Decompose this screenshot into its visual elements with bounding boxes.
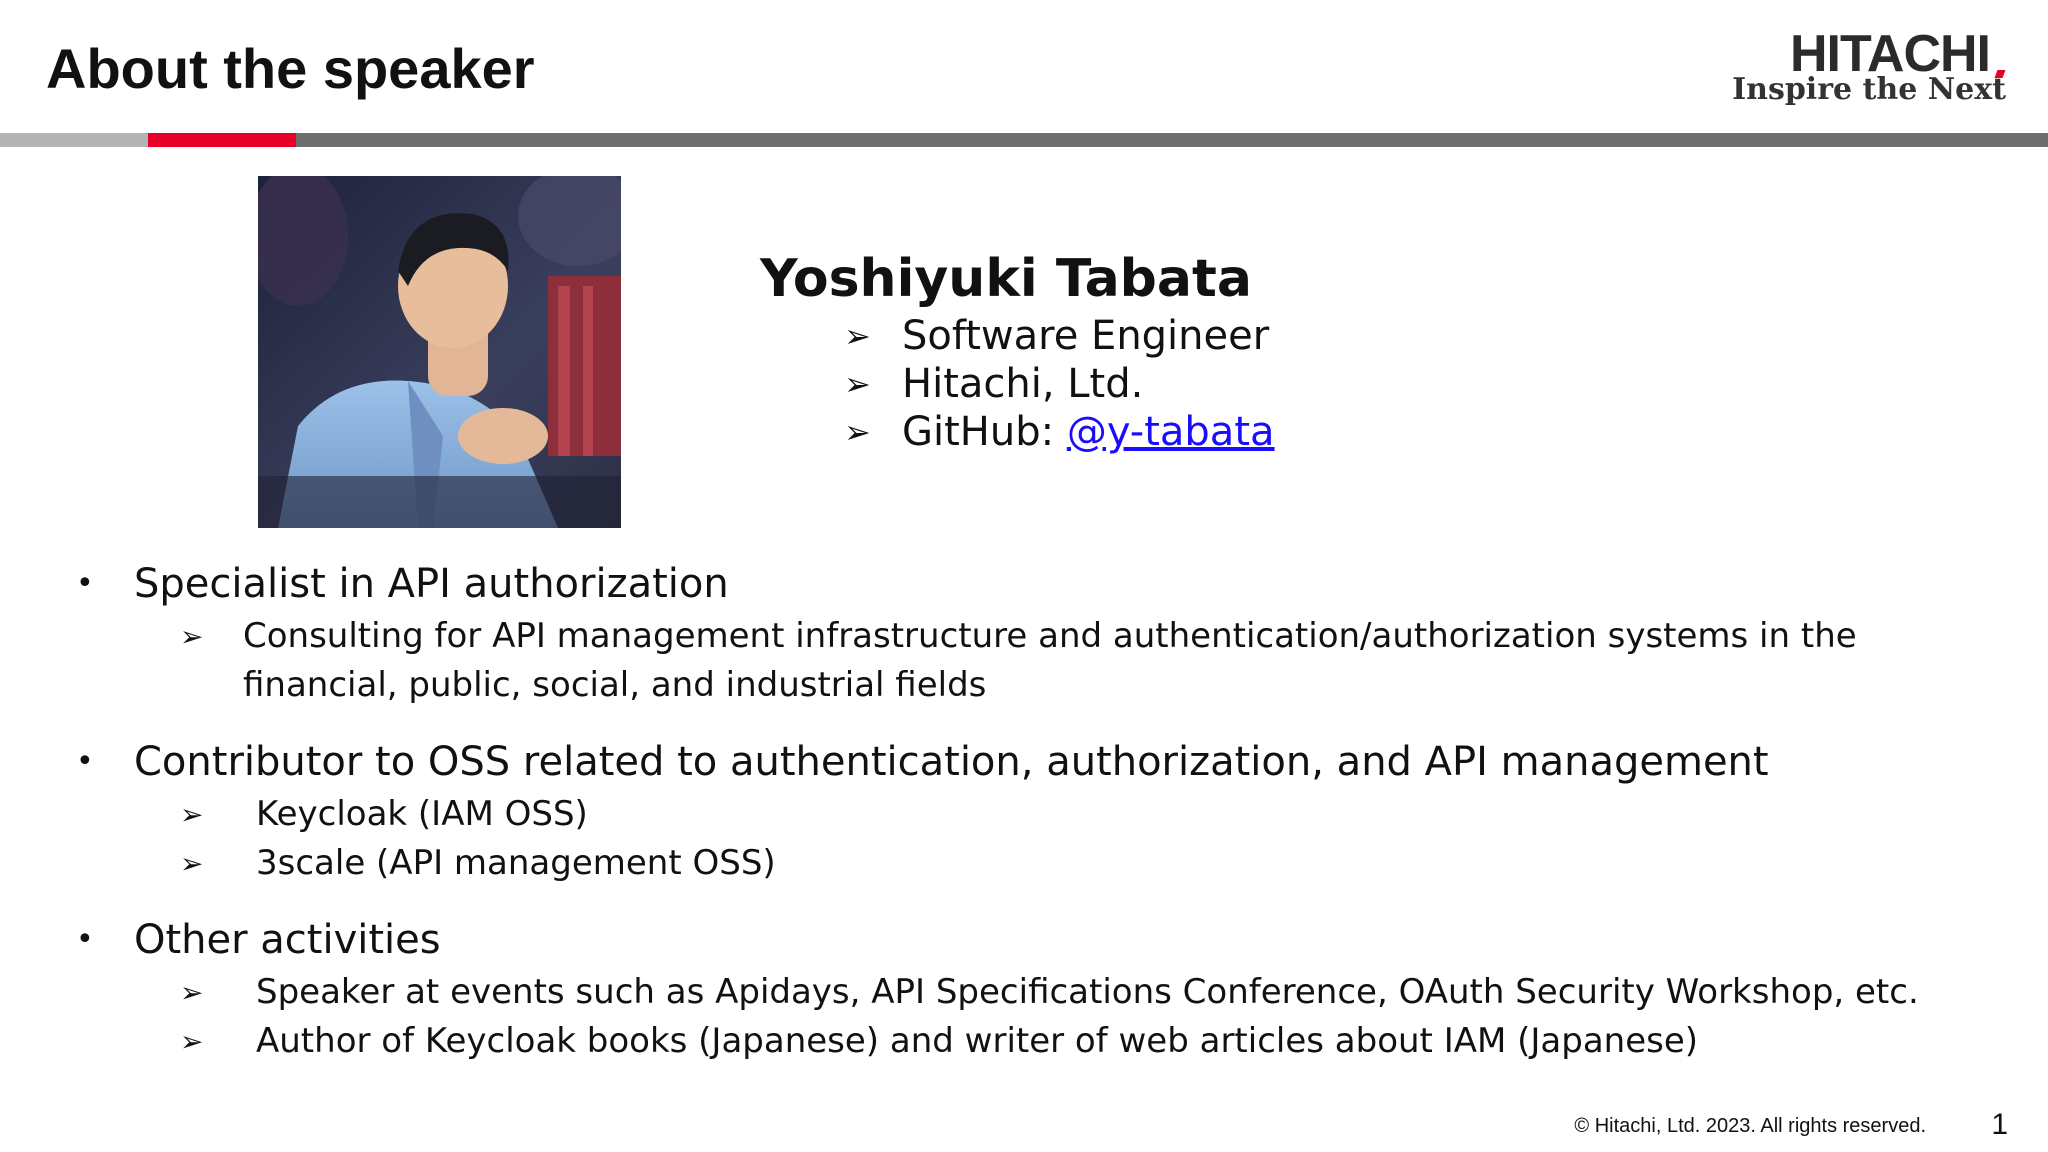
section-heading: • Contributor to OSS related to authenti… <box>0 734 2048 790</box>
list-item: ➢ Consulting for API management infrastr… <box>0 612 2048 710</box>
list-item: ➢ 3scale (API management OSS) <box>0 839 2048 888</box>
arrow-bullet-icon: ➢ <box>180 798 204 831</box>
section-sub-list: ➢ Speaker at events such as Apidays, API… <box>0 968 2048 1066</box>
list-item: ➢ Author of Keycloak books (Japanese) an… <box>0 1017 2048 1066</box>
profile-item-role: ➢ Software Engineer <box>844 312 1275 360</box>
speaker-highlights-list: • Specialist in API authorization ➢ Cons… <box>0 556 2048 1090</box>
bullet-icon: • <box>76 566 94 601</box>
list-item-text: Consulting for API management infrastruc… <box>243 616 1857 705</box>
speaker-photo <box>258 176 621 528</box>
section-heading: • Other activities <box>0 912 2048 968</box>
speaker-name: Yoshiyuki Tabata <box>760 249 1252 309</box>
section-heading: • Specialist in API authorization <box>0 556 2048 612</box>
section-heading-text: Specialist in API authorization <box>134 561 729 607</box>
arrow-bullet-icon: ➢ <box>844 317 871 355</box>
section-heading-text: Other activities <box>134 917 441 963</box>
arrow-bullet-icon: ➢ <box>844 365 871 403</box>
speaker-photo-illustration <box>258 176 621 528</box>
list-item-text: 3scale (API management OSS) <box>256 843 776 883</box>
header-bar-rest-segment <box>296 133 2048 147</box>
copyright-notice: © Hitachi, Ltd. 2023. All rights reserve… <box>1574 1115 1926 1137</box>
arrow-bullet-icon: ➢ <box>180 1025 204 1058</box>
highlight-section-authorization: • Specialist in API authorization ➢ Cons… <box>0 556 2048 710</box>
header-bar-accent-segment <box>148 133 296 147</box>
logo-tagline: Inspire the Next <box>1732 72 2006 107</box>
speaker-profile: Yoshiyuki Tabata ➢ Software Engineer ➢ H… <box>760 246 1275 456</box>
hitachi-logo: HITACHI Inspire the Next <box>1726 24 2006 114</box>
section-heading-text: Contributor to OSS related to authentica… <box>134 739 1769 785</box>
highlight-section-oss: • Contributor to OSS related to authenti… <box>0 734 2048 888</box>
arrow-bullet-icon: ➢ <box>180 976 204 1009</box>
bullet-icon: • <box>76 922 94 957</box>
highlight-section-other: • Other activities ➢ Speaker at events s… <box>0 912 2048 1066</box>
list-item-text: Author of Keycloak books (Japanese) and … <box>256 1021 1699 1061</box>
section-sub-list: ➢ Keycloak (IAM OSS) ➢ 3scale (API manag… <box>0 790 2048 888</box>
slide-title: About the speaker <box>46 37 535 100</box>
profile-item-company: ➢ Hitachi, Ltd. <box>844 360 1275 408</box>
list-item: ➢ Keycloak (IAM OSS) <box>0 790 2048 839</box>
profile-company-text: Hitachi, Ltd. <box>902 361 1144 407</box>
header-divider-bar <box>0 133 2048 147</box>
bullet-icon: • <box>76 744 94 779</box>
github-handle-link[interactable]: @y-tabata <box>1067 409 1275 455</box>
section-sub-list: ➢ Consulting for API management infrastr… <box>0 612 2048 710</box>
profile-item-github: ➢ GitHub: @y-tabata <box>844 408 1275 456</box>
arrow-bullet-icon: ➢ <box>844 413 871 451</box>
list-item: ➢ Speaker at events such as Apidays, API… <box>0 968 2048 1017</box>
arrow-bullet-icon: ➢ <box>180 620 204 653</box>
list-item-text: Speaker at events such as Apidays, API S… <box>256 972 1919 1012</box>
github-label: GitHub: <box>902 409 1067 455</box>
list-item-text: Keycloak (IAM OSS) <box>256 794 588 834</box>
page-number: 1 <box>1991 1108 2008 1141</box>
arrow-bullet-icon: ➢ <box>180 847 204 880</box>
profile-role-text: Software Engineer <box>902 313 1270 359</box>
header-bar-left-segment <box>0 133 148 147</box>
profile-details-list: ➢ Software Engineer ➢ Hitachi, Ltd. ➢ Gi… <box>760 312 1275 456</box>
